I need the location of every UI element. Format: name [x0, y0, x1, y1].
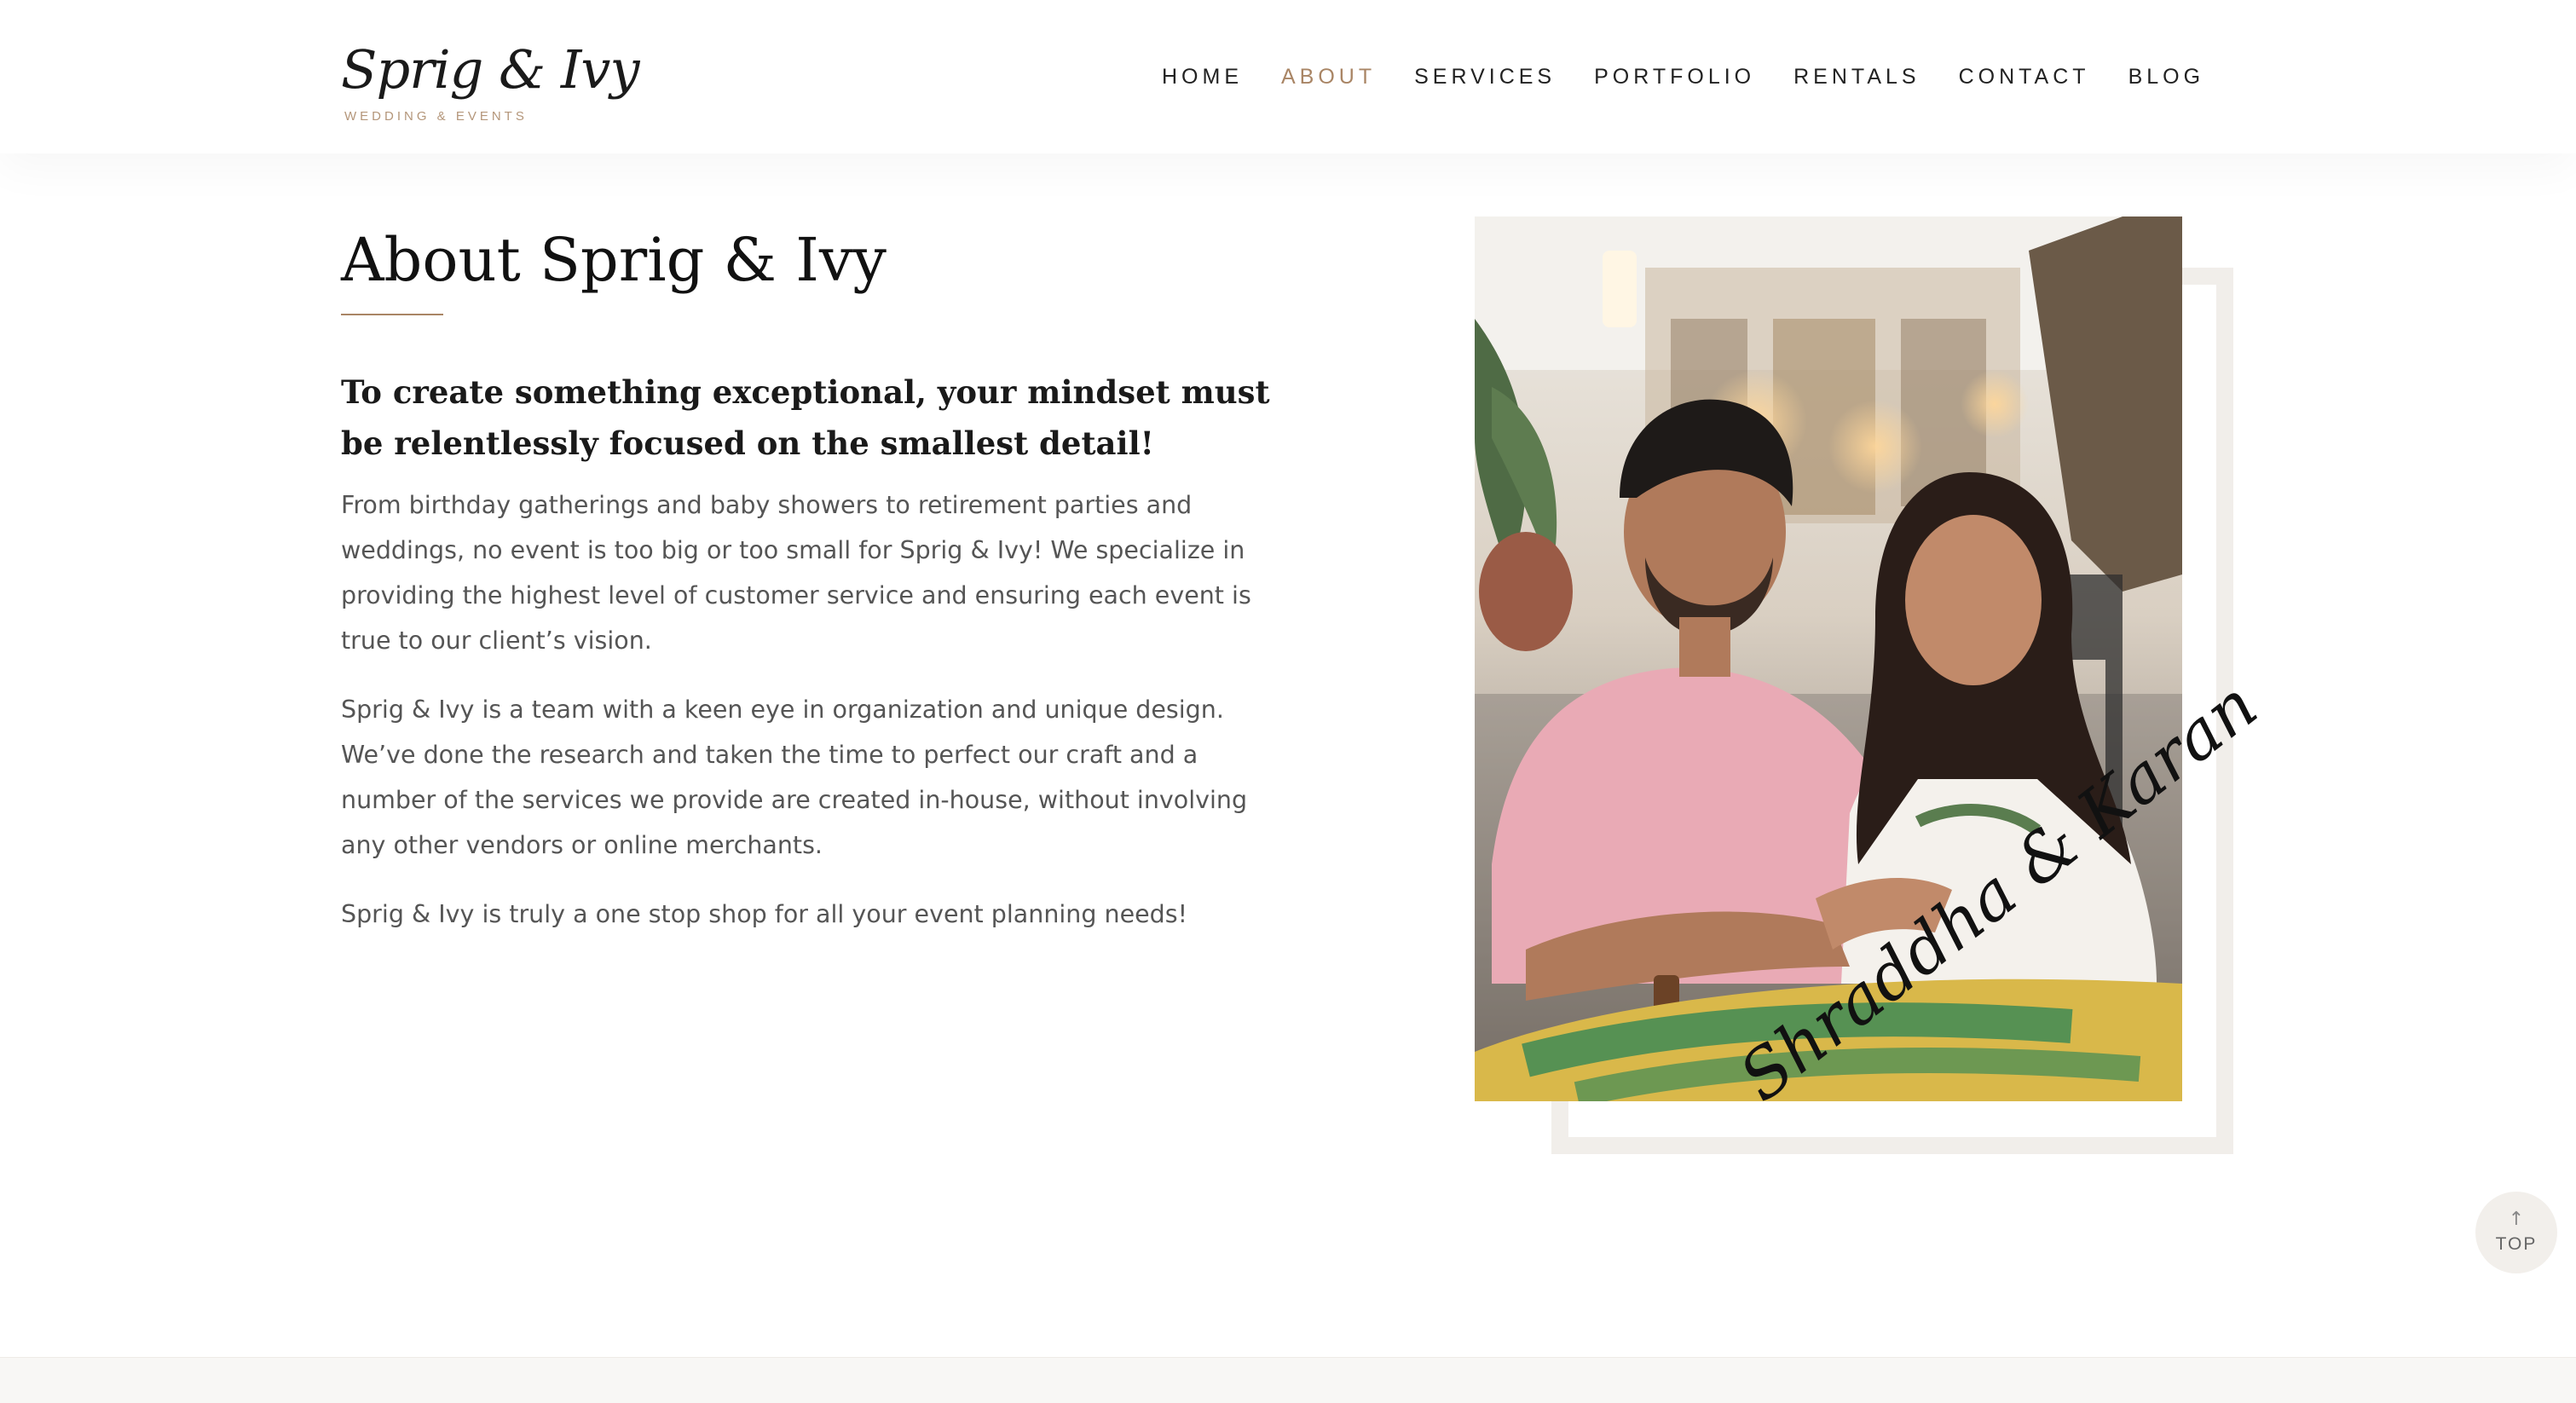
couple-photo: [1475, 217, 2182, 1101]
logo-script-text: Sprig & Ivy: [341, 38, 639, 101]
about-section: About Sprig & Ivy To create something ex…: [0, 153, 2576, 1355]
footer-strip: [0, 1357, 2576, 1403]
arrow-up-icon: ↑: [2508, 1209, 2525, 1230]
back-to-top-label: TOP: [2495, 1234, 2538, 1254]
nav-item-about[interactable]: ABOUT: [1281, 65, 1376, 89]
nav-item-portfolio[interactable]: PORTFOLIO: [1594, 65, 1755, 89]
nav-item-home[interactable]: HOME: [1162, 65, 1243, 89]
back-to-top-button[interactable]: ↑ TOP: [2475, 1192, 2557, 1273]
page-title: About Sprig & Ivy: [341, 225, 887, 295]
nav-item-services[interactable]: SERVICES: [1414, 65, 1556, 89]
site-header: Sprig & Ivy WEDDING & EVENTS HOME ABOUT …: [0, 0, 2576, 153]
about-paragraph: Sprig & Ivy is truly a one stop shop for…: [341, 900, 1188, 928]
title-divider: [341, 314, 443, 315]
site-logo[interactable]: Sprig & Ivy WEDDING & EVENTS: [341, 29, 639, 131]
nav-item-rentals[interactable]: RENTALS: [1793, 65, 1920, 89]
about-paragraph: From birthday gatherings and baby shower…: [341, 491, 1251, 655]
nav-item-contact[interactable]: CONTACT: [1959, 65, 2090, 89]
couple-photo-illustration: [1475, 217, 2182, 1101]
about-paragraph: Sprig & Ivy is a team with a keen eye in…: [341, 696, 1248, 859]
nav-item-blog[interactable]: BLOG: [2128, 65, 2204, 89]
main-nav: HOME ABOUT SERVICES PORTFOLIO RENTALS CO…: [1162, 61, 2204, 92]
logo-subtitle: WEDDING & EVENTS: [344, 109, 528, 124]
tagline: To create something exceptional, your mi…: [341, 373, 1270, 462]
